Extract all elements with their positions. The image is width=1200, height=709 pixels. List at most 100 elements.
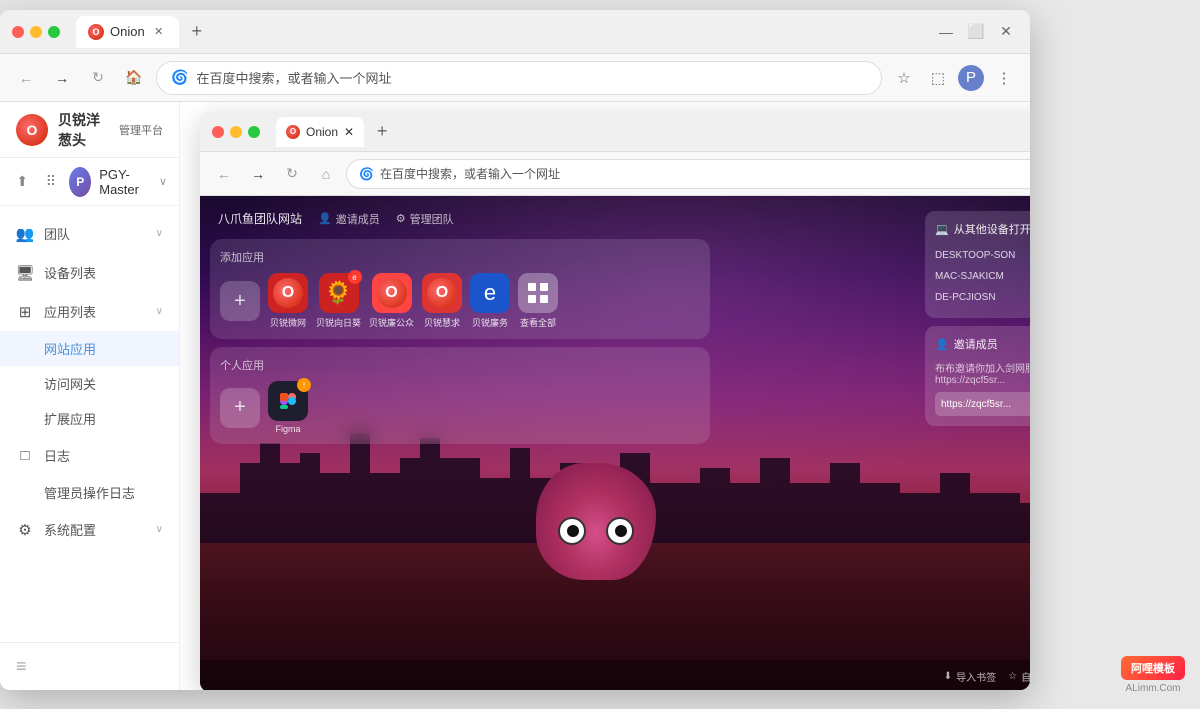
inner-reload-btn[interactable]: ↻ — [278, 160, 306, 188]
reload-btn[interactable]: ↻ — [84, 64, 112, 92]
apps-label: 应用列表 — [44, 302, 146, 321]
watermark-logo: 阿哩模板 — [1121, 656, 1185, 680]
add-personal-app-btn[interactable]: + — [220, 388, 260, 428]
invite-link-input[interactable] — [935, 392, 1030, 416]
back-btn[interactable]: ← — [12, 64, 40, 92]
app-item-blue[interactable]: e 贝锐廉务 — [470, 273, 510, 329]
invite-panel-title: 👤 邀请成员 — [935, 336, 998, 352]
new-tab-btn[interactable]: + — [183, 18, 211, 46]
collections-icon[interactable]: ⬚ — [924, 64, 952, 92]
inner-new-tab-btn[interactable]: + — [368, 118, 396, 146]
minimize-btn[interactable] — [30, 26, 42, 38]
app-item-service[interactable]: O 贝锐慧求 — [422, 273, 462, 329]
manage-tab[interactable]: ⚙ 管理团队 — [396, 211, 454, 227]
outer-navbar: ← → ↻ 🏠 🌀 在百度中搜索，或者输入一个网址 ☆ ⬚ P ⋮ — [0, 54, 1030, 102]
sidebar-footer[interactable]: ≡ — [0, 642, 179, 690]
inner-minimize-btn[interactable] — [230, 126, 242, 138]
inner-active-tab[interactable]: O Onion ✕ — [276, 117, 364, 147]
inner-close-btn[interactable] — [212, 126, 224, 138]
team-apps-row: + O 贝锐微网 🌻 — [220, 273, 700, 329]
customize-btn[interactable]: ☆ 自定义 — [1008, 669, 1030, 684]
minimize-window-icon[interactable]: — — [934, 20, 958, 44]
app-item-sunflower[interactable]: 🌻 e 贝锐向日葵 — [316, 273, 361, 329]
outer-search-bar[interactable]: 🌀 在百度中搜索，或者输入一个网址 — [156, 61, 882, 95]
menu-icon[interactable]: ⋮ — [990, 64, 1018, 92]
device-item-1[interactable]: DESKTOOP-SON 项目 › — [935, 245, 1030, 266]
app-label-sunflower: 贝锐向日葵 — [316, 316, 361, 329]
admin-log-label: 管理员操作日志 — [44, 483, 135, 502]
inner-browser: O Onion ✕ + ← → ↻ ⌂ 🌀 在百度中搜索，或者输 — [200, 112, 1030, 690]
outer-titlebar: O Onion ✕ + — ⬜ ✕ — [0, 10, 1030, 54]
app-grid-header: 八爪鱼团队网站 👤 邀请成员 ⚙ 管理团队 — [210, 206, 710, 231]
sidebar-item-web-apps[interactable]: 网站应用 — [0, 331, 179, 366]
brand-logo: O — [16, 114, 48, 146]
close-btn[interactable] — [12, 26, 24, 38]
sidebar-item-gateway[interactable]: 访问网关 — [0, 366, 179, 401]
navbar-right: ☆ ⬚ P ⋮ — [890, 64, 1018, 92]
inner-home-btn[interactable]: ⌂ — [312, 160, 340, 188]
app-icon-all — [518, 273, 558, 313]
user-avatar[interactable]: P — [69, 167, 91, 197]
user-dropdown-icon[interactable]: ∨ — [159, 175, 167, 188]
brand-name: 贝锐洋葱头 — [58, 110, 109, 150]
restore-window-icon[interactable]: ⬜ — [964, 20, 988, 44]
active-tab[interactable]: O Onion ✕ — [76, 16, 179, 48]
inner-tab-bar: O Onion ✕ + — [276, 117, 1030, 147]
inner-tab-close-btn[interactable]: ✕ — [344, 125, 354, 139]
device-item-3[interactable]: DE-PCJIOSN 244项目 › — [935, 287, 1030, 308]
app-item-figma[interactable]: ! Figma — [268, 381, 308, 434]
log-label: 日志 — [44, 446, 163, 465]
sidebar-nav: 👥 团队 ∨ 🖥 设备列表 ⊞ 应用列表 ∨ 网站应用 访问网关 — [0, 206, 179, 642]
invite-tab-label: 邀请成员 — [336, 211, 380, 227]
search-favicon: 🌀 — [171, 69, 188, 86]
app-grid-container: 八爪鱼团队网站 👤 邀请成员 ⚙ 管理团队 — [210, 206, 710, 444]
devices-panel-icon: 💻 — [935, 223, 949, 236]
app-icon-onion: O — [268, 273, 308, 313]
app-item-onion[interactable]: O 贝锐微网 — [268, 273, 308, 329]
inner-search-bar[interactable]: 🌀 在百度中搜索，或者输入一个网址 — [346, 159, 1030, 189]
app-item-public[interactable]: O 贝锐廉公众 — [369, 273, 414, 329]
devices-label: 设备列表 — [44, 263, 163, 282]
home-btn[interactable]: 🏠 — [120, 64, 148, 92]
app-item-all[interactable]: 查看全部 — [518, 273, 558, 329]
watermark-text: ALimm.Com — [1125, 683, 1180, 694]
management-sidebar: O 贝锐洋葱头 管理平台 ⬆ ⠿ P PGY-Master ∨ 👥 团队 ∨ — [0, 102, 180, 690]
sidebar-item-ext-apps[interactable]: 扩展应用 — [0, 401, 179, 436]
add-team-app-btn[interactable]: + — [220, 281, 260, 321]
app-label-public: 贝锐廉公众 — [369, 316, 414, 329]
maximize-btn[interactable] — [48, 26, 60, 38]
sidebar-item-devices[interactable]: 🖥 设备列表 — [0, 253, 179, 292]
inner-forward-btn[interactable]: → — [244, 160, 272, 188]
sidebar-item-apps[interactable]: ⊞ 应用列表 ∨ — [0, 292, 179, 331]
devices-panel-header: 💻 从其他设备打开的标签页 查看更多 > — [935, 221, 1030, 237]
sidebar-item-log[interactable]: □ 日志 — [0, 436, 179, 475]
device-item-2[interactable]: MAC-SJAKICM 124项目 › — [935, 266, 1030, 287]
device-name-1: DESKTOOP-SON — [935, 250, 1015, 261]
team-apps-section: 添加应用 + O 贝锐微网 — [210, 239, 710, 339]
forward-btn[interactable]: → — [48, 64, 76, 92]
close-window-icon[interactable]: ✕ — [994, 20, 1018, 44]
inner-back-btn[interactable]: ← — [210, 160, 238, 188]
apps-grid-icon[interactable]: ⠿ — [41, 168, 62, 196]
sidebar-item-admin-log[interactable]: 管理员操作日志 — [0, 475, 179, 510]
creature-left-eye — [558, 517, 586, 545]
profile-avatar[interactable]: P — [958, 65, 984, 91]
app-icon-public: O — [372, 273, 412, 313]
new-tab-page: 19:40 八爪鱼团队网站 👤 邀请成员 ⚙ 管理团 — [200, 196, 1030, 690]
upload-icon[interactable]: ⬆ — [12, 168, 33, 196]
sidebar-item-settings[interactable]: ⚙ 系统配置 ∨ — [0, 510, 179, 549]
invite-tab[interactable]: 👤 邀请成员 — [318, 211, 380, 227]
right-panels: 💻 从其他设备打开的标签页 查看更多 > DESKTOOP-SON 项目 › M — [925, 211, 1030, 426]
import-bookmarks-btn[interactable]: ⬇ 导入书签 — [944, 669, 996, 684]
sidebar-item-team[interactable]: 👥 团队 ∨ — [0, 214, 179, 253]
inner-maximize-btn[interactable] — [248, 126, 260, 138]
bookmark-star-icon[interactable]: ☆ — [890, 64, 918, 92]
devices-icon: 🖥 — [16, 264, 34, 282]
brand-info: 贝锐洋葱头 — [58, 110, 109, 150]
app-icon-service: O — [422, 273, 462, 313]
invite-panel-title-text: 邀请成员 — [954, 336, 998, 352]
device-name-2: MAC-SJAKICM — [935, 271, 1004, 282]
window-nav-controls: — ⬜ ✕ — [934, 20, 1018, 44]
tab-close-btn[interactable]: ✕ — [151, 24, 167, 40]
import-label: 导入书签 — [956, 669, 996, 684]
